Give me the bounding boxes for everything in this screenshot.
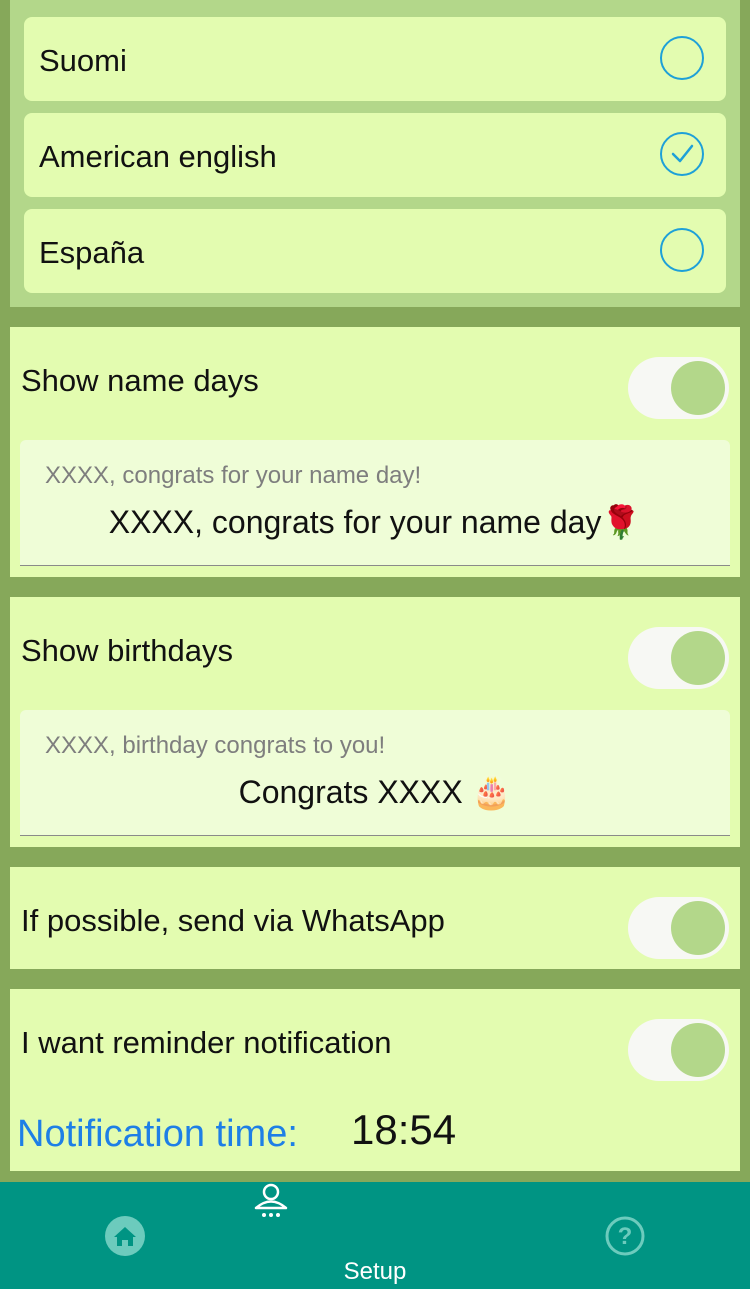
reminder-toggle[interactable] [628, 1019, 729, 1081]
notification-time-value[interactable]: 18:54 [351, 1106, 456, 1154]
language-label: Suomi [39, 43, 127, 78]
whatsapp-label: If possible, send via WhatsApp [21, 903, 445, 938]
radio-checked-icon[interactable] [660, 132, 704, 176]
birthdays-section: Show birthdays XXXX, birthday congrats t… [10, 597, 740, 847]
name-days-toggle[interactable] [628, 357, 729, 419]
tab-setup-label: Setup [343, 1258, 407, 1285]
birthday-message-placeholder: XXXX, birthday congrats to you! [45, 732, 386, 759]
whatsapp-section: If possible, send via WhatsApp [10, 867, 740, 969]
name-day-message-field[interactable]: XXXX, congrats for your name day! XXXX, … [20, 440, 730, 566]
language-label: España [39, 235, 145, 270]
toggle-knob [671, 901, 725, 955]
language-label: American english [39, 139, 277, 174]
birthdays-toggle[interactable] [628, 627, 729, 689]
name-days-label: Show name days [21, 363, 259, 398]
toggle-knob [671, 631, 725, 685]
name-day-message-value: XXXX, congrats for your name day🌹 [108, 504, 642, 540]
toggle-knob [671, 1023, 725, 1077]
name-days-section: Show name days XXXX, congrats for your n… [10, 327, 740, 577]
birthdays-label: Show birthdays [21, 633, 233, 668]
language-section: Suomi American english España [10, 0, 740, 307]
name-day-message-placeholder: XXXX, congrats for your name day! [45, 462, 422, 489]
notification-time-label[interactable]: Notification time: [17, 1113, 298, 1156]
birthday-message-field[interactable]: XXXX, birthday congrats to you! Congrats… [20, 710, 730, 836]
language-option-espana[interactable]: España [24, 209, 726, 293]
language-option-american-english[interactable]: American english [24, 113, 726, 197]
tab-help[interactable]: ? [500, 1182, 750, 1289]
radio-unchecked-icon[interactable] [660, 228, 704, 272]
radio-unchecked-icon[interactable] [660, 36, 704, 80]
svg-text:?: ? [618, 1223, 633, 1250]
language-option-suomi[interactable]: Suomi [24, 17, 726, 101]
birthday-message-value: Congrats XXXX 🎂 [238, 774, 512, 810]
whatsapp-toggle[interactable] [628, 897, 729, 959]
reminder-label: I want reminder notification [21, 1025, 392, 1060]
toggle-knob [671, 361, 725, 415]
tab-home[interactable] [0, 1182, 250, 1289]
